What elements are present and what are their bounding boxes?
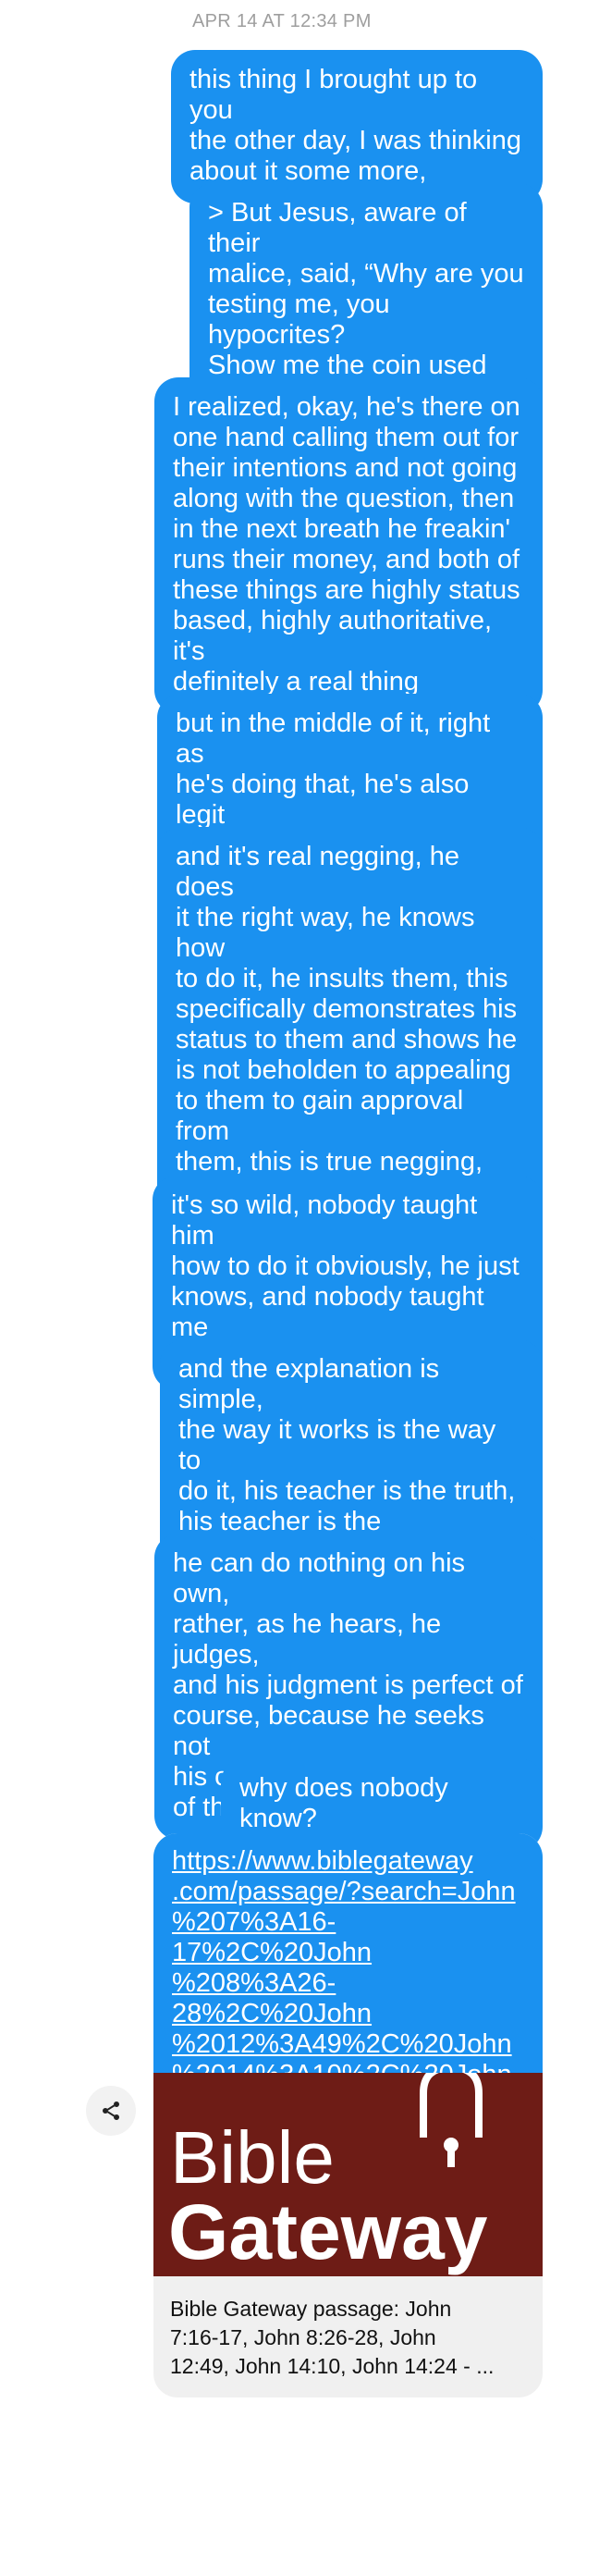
bible-gateway-logo[interactable]: Bible Gateway <box>153 2073 543 2276</box>
share-button[interactable] <box>86 2086 136 2136</box>
logo-text-gateway: Gateway <box>168 2188 488 2275</box>
share-icon <box>103 2101 119 2120</box>
message-bubble[interactable]: I realized, okay, he's there on one hand… <box>154 377 543 714</box>
link-preview-card[interactable]: https://www.biblegateway .com/passage/?s… <box>153 1833 543 2397</box>
link-preview-title: Bible Gateway passage: John 7:16-17, Joh… <box>170 2297 495 2378</box>
message-bubble[interactable]: this thing I brought up to you the other… <box>171 50 543 203</box>
logo-text-bible: Bible <box>170 2116 335 2199</box>
link-url[interactable]: https://www.biblegateway .com/passage/?s… <box>153 1833 543 2120</box>
message-timestamp: APR 14 AT 12:34 PM <box>192 11 372 31</box>
